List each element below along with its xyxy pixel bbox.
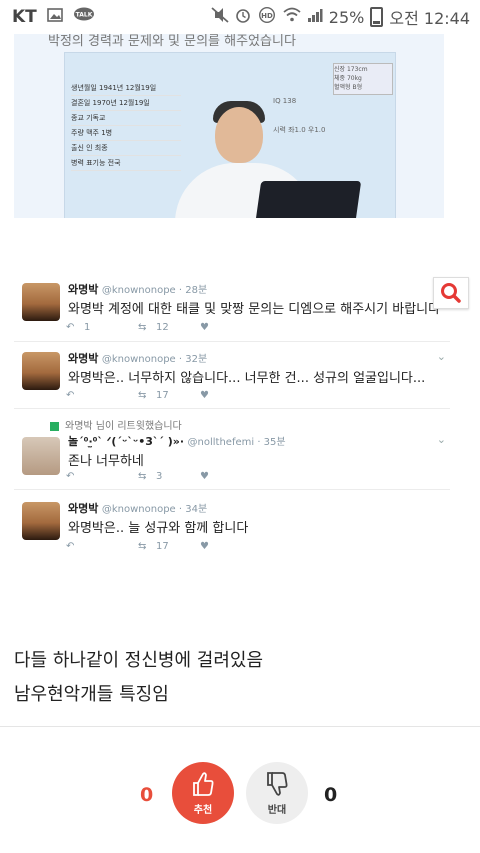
embedded-image-profile: 박정의 경력과 문제와 및 문의를 해주었습니다 생년월일 1941년 12월1… [14,34,444,218]
carrier-label: KT [12,7,37,27]
tweet-text: 와명박 계정에 대한 태클 및 맞짱 문의는 디엠으로 해주시기 바랍니다 [68,302,441,317]
stat-weight: 체중 70kg [334,75,362,82]
tweet-author: 놀ˊ⁰·̫⁰ˋ ᐟ(´ᵕ`ᵕ•3`ˊ )»· @nollthefemi · 35… [68,433,286,449]
stat-blood: 혈액형 B형 [334,84,363,91]
post-text-line: 남우현악개들 특징임 [14,684,169,705]
mute-icon [211,7,229,27]
chevron-down-icon: ⌄ [436,433,446,446]
retweet-icon: ⇆ [138,471,147,482]
retweet-note-text: 와명박 님이 리트윗했습니다 [65,421,182,432]
like-icon: ♥ [200,541,209,552]
status-right: HD 25% 오전 12:44 [211,0,470,34]
tweet-name: 와명박 [68,502,99,515]
profile-row: 결혼일 1970년 12월19일 [71,96,181,111]
retweet-icon: ⇆ [138,541,147,552]
retweet-count: 17 [156,390,169,401]
avatar [22,352,60,390]
tweet-actions: ↶ 1 ⇆ 12 ♥ [66,322,209,333]
tweet-item: 와명박 @knownonope · 32분 ⌄ 와명박은.. 너무하지 않습니다… [14,342,450,409]
tweet-handle: @knownonope · 34분 [101,504,208,515]
tweet-author: 와명박 @knownonope · 32분 [68,350,207,366]
reply-icon: ↶ [66,390,75,401]
alarm-icon [235,7,251,27]
chevron-down-icon: ⌄ [436,350,446,363]
signal-icon [307,7,323,27]
person-face [215,107,263,163]
laptop-image [252,181,362,218]
retweet-badge-icon [50,421,59,431]
image-icon [46,7,63,27]
tweet-name: 와명박 [68,283,99,296]
tweet-item: 와명박 @knownonope · 34분 와명박은.. 늘 성규와 함께 합니… [14,490,450,560]
tweet-author: 와명박 @knownonope · 28분 [68,281,207,297]
retweet-count: 3 [156,471,163,482]
profile-row: 주량 맥주 1병 [71,126,181,141]
talk-icon: TALK [73,7,95,28]
divider [0,726,480,727]
downvote-count: 0 [324,784,338,806]
stat-height: 신장 173cm [334,66,368,73]
post-text-line: 다들 하나같이 정신병에 걸려있음 [14,650,264,671]
svg-text:HD: HD [261,12,273,20]
eyesight-label: 시력 좌1.0 우1.0 [273,126,326,134]
iq-label: IQ 138 [273,97,297,105]
like-icon: ♥ [200,471,209,482]
profile-card: 생년월일 1941년 12월19일 결혼일 1970년 12월19일 종교 기독… [64,52,396,218]
upvote-label: 추천 [193,805,213,816]
hd-icon: HD [257,6,277,27]
tweet-item: 와명박 @knownonope · 28분 와명박 계정에 대한 태클 및 맞짱… [14,275,450,342]
tweet-text: 존나 너무하네 [68,454,144,469]
like-icon: ♥ [200,322,209,333]
tweet-name: 와명박 [68,352,99,365]
retweet-note: 와명박 님이 리트윗했습니다 [50,417,182,432]
tweet-item: 와명박 님이 리트윗했습니다 놀ˊ⁰·̫⁰ˋ ᐟ(´ᵕ`ᵕ•3`ˊ )»· @n… [14,409,450,490]
tweet-name: 놀ˊ⁰·̫⁰ˋ ᐟ(´ᵕ`ᵕ•3`ˊ )»· [68,435,185,448]
battery-text: 25% [328,7,365,27]
image-top-caption: 박정의 경력과 문제와 및 문의를 해주었습니다 [48,34,296,49]
profile-row: 생년월일 1941년 12월19일 [71,81,181,96]
thumbs-down-icon [267,772,288,796]
avatar [22,437,60,475]
like-icon: ♥ [200,390,209,401]
profile-row: 병력 표기능 전국 [71,156,181,171]
tweet-actions: ↶ ⇆ 17 ♥ [66,390,209,401]
stats-chip: 신장 173cm 체중 70kg 혈액형 B형 [333,63,393,95]
avatar [22,502,60,540]
reply-count: 1 [84,322,91,333]
status-bar: KT TALK HD 25% 오전 12:44 [0,0,480,34]
clock: 오전 12:44 [389,9,470,28]
search-button[interactable] [433,277,469,309]
upvote-count: 0 [140,784,154,806]
tweet-text: 와명박은.. 늘 성규와 함께 합니다 [68,521,249,536]
profile-row: 종교 기독교 [71,111,181,126]
tweet-author: 와명박 @knownonope · 34분 [68,500,207,516]
downvote-label: 반대 [267,805,287,816]
reply-icon: ↶ [66,541,75,552]
retweet-icon: ⇆ [138,322,147,333]
battery-icon [370,7,384,27]
profile-row: 출신 인 최종 [71,141,181,156]
retweet-icon: ⇆ [138,390,147,401]
avatar [22,283,60,321]
reply-icon: ↶ [66,322,75,333]
profile-table: 생년월일 1941년 12월19일 결혼일 1970년 12월19일 종교 기독… [71,81,181,171]
downvote-button[interactable]: 반대 [246,762,308,824]
thumbs-up-icon [193,772,214,796]
tweet-actions: ↶ ⇆ 17 ♥ [66,541,209,552]
tweet-actions: ↶ ⇆ 3 ♥ [66,471,209,482]
tweet-handle: @knownonope · 32분 [101,354,208,365]
tweets-screenshot: 와명박 @knownonope · 28분 와명박 계정에 대한 태클 및 맞짱… [14,275,450,563]
tweet-text: 와명박은.. 너무하지 않습니다... 너무한 건... 성규의 얼굴입니다..… [68,371,426,386]
tweet-handle: @nollthefemi · 35분 [187,437,286,448]
wifi-icon [283,7,301,27]
svg-text:TALK: TALK [75,11,92,18]
retweet-count: 12 [156,322,169,333]
retweet-count: 17 [156,541,169,552]
search-icon [441,283,461,303]
tweet-handle: @knownonope · 28분 [101,285,208,296]
upvote-button[interactable]: 추천 [172,762,234,824]
reply-icon: ↶ [66,471,75,482]
